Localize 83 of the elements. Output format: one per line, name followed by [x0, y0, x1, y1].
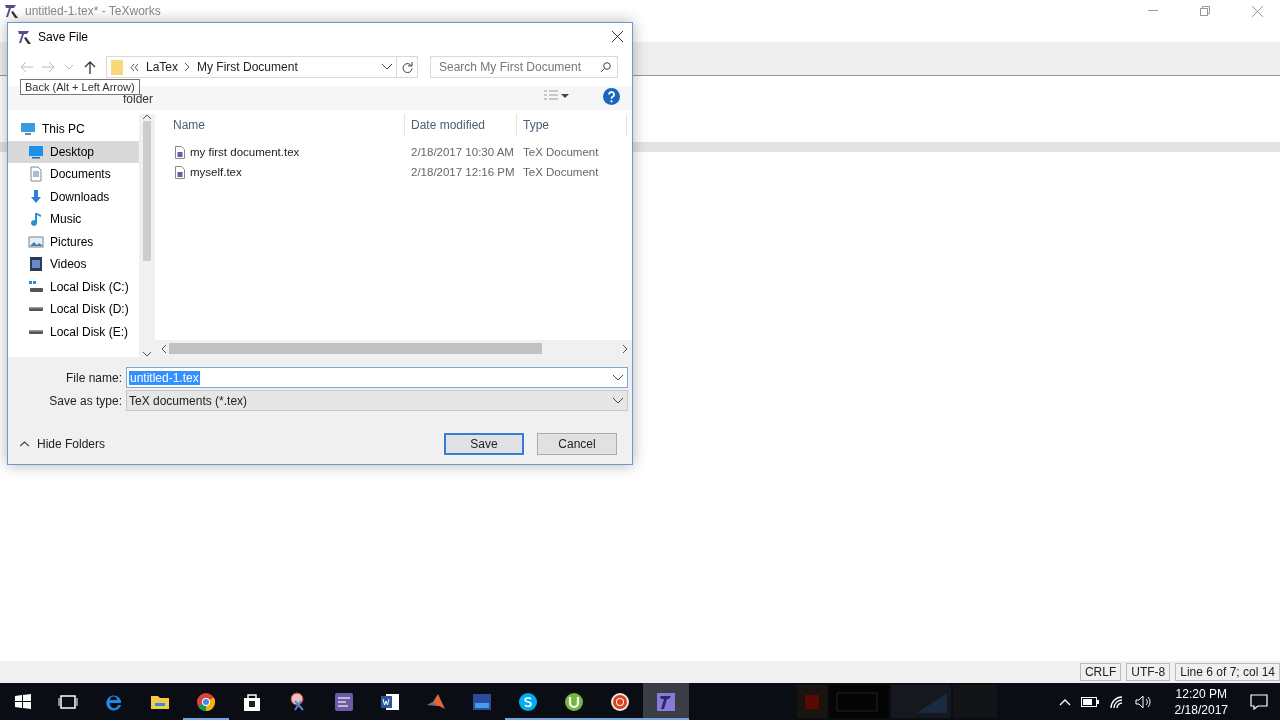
scroll-right-icon[interactable] [623, 344, 628, 353]
scrollbar[interactable] [155, 340, 632, 357]
chevron-down-icon[interactable] [613, 397, 623, 404]
clock-time[interactable]: 12:20 PM [1175, 685, 1227, 702]
dialog-title: Save File [38, 29, 90, 44]
window-title: untitled-1.tex* - TeXworks [25, 4, 161, 18]
help-icon[interactable] [603, 88, 620, 105]
field-label: File name: [64, 370, 123, 385]
app-icon[interactable] [655, 690, 677, 713]
browser-icon[interactable] [195, 690, 217, 713]
address-bar[interactable]: LaTex My First Document [106, 56, 418, 78]
clock-date[interactable]: 2/18/2017 [1174, 701, 1228, 718]
chevron-down-icon[interactable] [382, 64, 392, 70]
document-icon [28, 166, 44, 183]
breadcrumb[interactable]: LaTex [146, 60, 179, 74]
overflow-chevron-icon[interactable] [130, 63, 139, 71]
up-arrow-icon[interactable] [83, 60, 96, 74]
scroll-left-icon[interactable] [161, 344, 166, 353]
chevron-right-icon [185, 63, 191, 71]
chevron-up-icon [20, 441, 29, 447]
status-field: UTF-8 [1126, 663, 1171, 681]
scroll-down-icon[interactable] [143, 352, 151, 357]
breadcrumb[interactable]: My First Document [197, 60, 298, 74]
film-icon [28, 256, 44, 273]
monitor-icon [28, 143, 44, 160]
status-field: Line 6 of 7; col 14 [1175, 663, 1280, 681]
equalizer-icon[interactable] [333, 690, 355, 713]
dialog-icon [16, 28, 32, 45]
sidebar-item[interactable]: Local Disk (D:) [8, 298, 139, 321]
picture-icon [28, 233, 44, 250]
notification-icon[interactable] [1250, 693, 1268, 710]
field-label: Save as type: [48, 393, 123, 408]
dialog-button[interactable]: Cancel [537, 433, 617, 455]
hide-folders-button[interactable]: Hide Folders [20, 437, 106, 451]
sidebar-item[interactable]: Desktop [8, 140, 139, 163]
scrollbar[interactable] [139, 114, 155, 357]
app-icon [3, 3, 19, 19]
drive-icon [28, 278, 44, 295]
sidebar-item[interactable]: Local Disk (C:) [8, 275, 139, 298]
record-icon[interactable] [609, 690, 631, 713]
file-icon [175, 165, 185, 179]
music-note-icon [28, 211, 44, 228]
sidebar-item[interactable]: Pictures [8, 230, 139, 253]
sidebar-item[interactable]: Documents [8, 163, 139, 186]
wifi-icon[interactable] [1108, 694, 1125, 709]
sidebar-item[interactable]: Music [8, 208, 139, 231]
minimize-icon[interactable] [1148, 10, 1158, 12]
column-header[interactable]: Date modified [405, 114, 517, 136]
tooltip: Back (Alt + Left Arrow) [20, 79, 140, 95]
sidebar-item[interactable]: Videos [8, 253, 139, 276]
folder-icon [111, 59, 123, 75]
new-folder-button[interactable]: folder [123, 92, 154, 106]
date-cell-text: 2/18/2017 10:30 AM [410, 146, 515, 158]
close-icon[interactable] [611, 31, 623, 42]
file-icon [175, 145, 185, 159]
status-field: CRLF [1079, 663, 1122, 681]
chevron-up-icon[interactable] [1058, 697, 1071, 706]
sidebar-item[interactable]: This PC [8, 118, 139, 141]
battery-icon[interactable] [1080, 696, 1099, 707]
sidebar-item[interactable]: Local Disk (E:) [8, 320, 139, 343]
type-cell-text: TeX Document [522, 146, 600, 158]
file-name-cell[interactable]: myself.tex [167, 165, 405, 179]
restore-icon[interactable] [1200, 6, 1210, 16]
download-icon [28, 188, 44, 205]
date-cell-text: 2/18/2017 12:16 PM [410, 166, 516, 178]
file-name-cell[interactable]: my first document.tex [167, 145, 405, 159]
torrent-icon[interactable] [563, 690, 585, 713]
column-header[interactable]: Name [167, 114, 405, 136]
drive-icon [29, 307, 43, 312]
search-icon[interactable] [600, 61, 611, 73]
computer-icon [20, 121, 36, 138]
search-field[interactable]: Search My First Document [430, 56, 618, 78]
save-type-dropdown[interactable]: TeX documents (*.tex) [126, 390, 628, 411]
drive-icon [29, 329, 43, 334]
dialog-button[interactable]: Save [444, 433, 524, 455]
refresh-icon[interactable] [401, 61, 413, 73]
sidebar-item[interactable]: Downloads [8, 185, 139, 208]
type-cell-text: TeX Document [522, 166, 600, 178]
chevron-down-icon[interactable] [613, 374, 623, 381]
speaker-icon[interactable] [1134, 694, 1153, 709]
chat-icon[interactable] [517, 690, 539, 713]
column-header[interactable]: Type [517, 114, 627, 136]
scroll-up-icon[interactable] [143, 114, 151, 119]
